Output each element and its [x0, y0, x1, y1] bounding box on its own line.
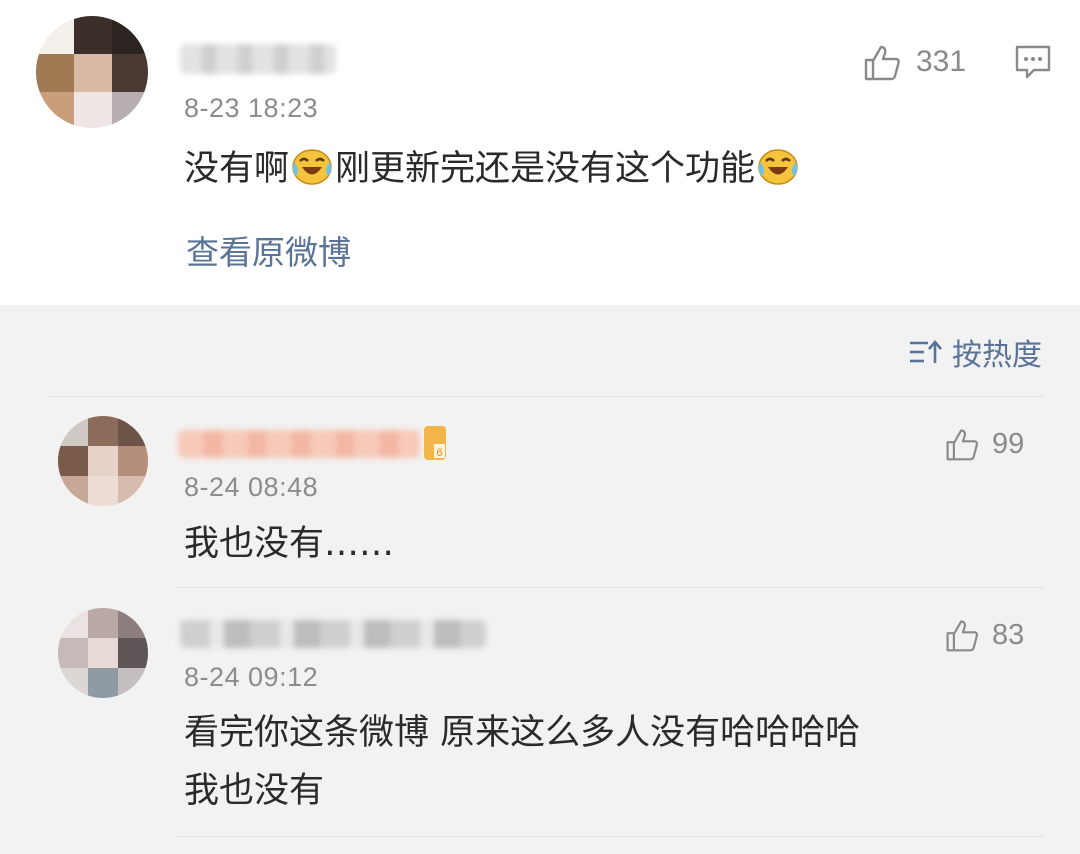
divider [178, 836, 1044, 837]
comment-icon [1015, 45, 1051, 79]
like-count: 83 [992, 618, 1025, 651]
comment-text-line2: 我也没有 [184, 771, 325, 811]
avatar[interactable] [58, 608, 148, 698]
comment-text: 我也没有…… [184, 524, 395, 564]
divider [50, 396, 1044, 397]
level-badge-icon: 6 [424, 426, 446, 460]
comment-text-line1: 看完你这条微博 原来这么多人没有哈哈哈哈 [184, 713, 861, 753]
username[interactable] [180, 44, 336, 74]
like-count: 99 [992, 427, 1025, 460]
username[interactable] [178, 430, 420, 458]
post-time: 8-23 18:23 [184, 93, 319, 123]
laughing-crying-emoji-icon [758, 149, 798, 185]
sort-button[interactable]: 按热度 [908, 330, 1042, 374]
like-button[interactable]: 99 [944, 426, 1024, 462]
avatar[interactable] [36, 16, 148, 128]
thumbs-up-icon [946, 429, 979, 461]
main-post: 8-23 18:23 331 没有啊 刚更新完还是没有这个功能 查看原微博 [0, 0, 1080, 305]
divider [178, 587, 1044, 588]
like-count: 331 [916, 45, 967, 78]
comment-time: 8-24 08:48 [184, 472, 319, 502]
like-button[interactable]: 331 [862, 42, 966, 82]
username[interactable] [180, 620, 486, 648]
laughing-crying-emoji-icon [292, 149, 332, 185]
avatar[interactable] [58, 416, 148, 506]
comment-time: 8-24 09:12 [184, 662, 319, 692]
view-original-link[interactable]: 查看原微博 [186, 226, 351, 274]
like-button[interactable]: 83 [944, 617, 1024, 653]
thumbs-up-icon [864, 45, 900, 81]
post-text-part2: 刚更新完还是没有这个功能 [335, 149, 756, 189]
sort-label: 按热度 [952, 338, 1042, 373]
thumbs-up-icon [946, 620, 979, 652]
comment-button[interactable] [1014, 44, 1052, 84]
post-text-part1: 没有啊 [184, 149, 290, 189]
post-text: 没有啊 刚更新完还是没有这个功能 [184, 138, 801, 200]
sort-icon [910, 340, 942, 363]
svg-text:6: 6 [436, 447, 442, 459]
